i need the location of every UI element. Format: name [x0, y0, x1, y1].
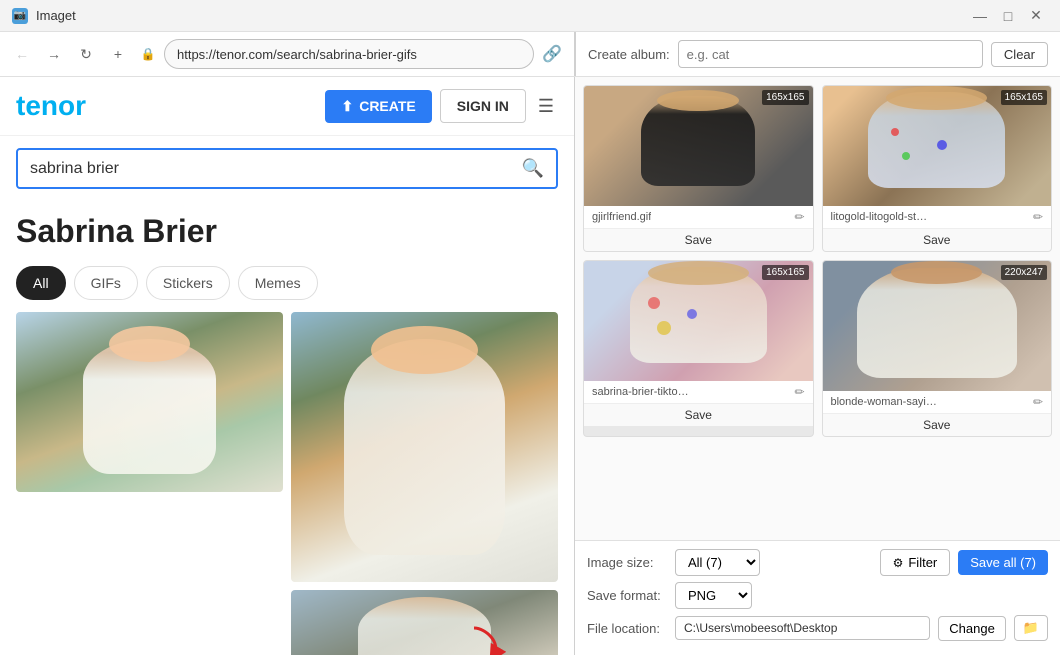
gif-item-3[interactable]: [291, 590, 558, 655]
scroll-arrow-indicator: [466, 623, 506, 655]
edit-icon-3[interactable]: ✏: [794, 385, 804, 399]
ext-filename-4: blonde-woman-saying-oh-tiktoker: [831, 396, 941, 408]
tenor-logo: tenor: [16, 90, 86, 122]
edit-icon-1[interactable]: ✏: [794, 210, 804, 224]
ext-image-item-3: 165x165 sabrina-brier-tiktok.gif ✏ Save: [583, 260, 814, 437]
ext-save-btn-3[interactable]: Save: [584, 403, 813, 426]
folder-icon: 📁: [1023, 620, 1039, 635]
ext-filename-3: sabrina-brier-tiktok.gif: [592, 386, 692, 398]
upload-icon: ⬆: [341, 98, 353, 115]
web-content: tenor ⬆ CREATE SIGN IN ☰ 🔍 Sabrina Brier: [0, 77, 575, 655]
image-size-row: Image size: All (7) Small Medium Large ⚙…: [587, 549, 1048, 576]
tenor-header: tenor ⬆ CREATE SIGN IN ☰: [0, 77, 574, 136]
close-button[interactable]: ✕: [1024, 4, 1048, 28]
search-button[interactable]: 🔍: [522, 158, 544, 179]
main-container: tenor ⬆ CREATE SIGN IN ☰ 🔍 Sabrina Brier: [0, 77, 1060, 655]
ext-save-btn-2[interactable]: Save: [823, 228, 1052, 251]
save-format-select[interactable]: PNG JPG GIF WEBP: [675, 582, 752, 609]
search-container: 🔍: [0, 136, 574, 201]
filter-label: Filter: [908, 555, 937, 570]
ext-save-btn-4[interactable]: Save: [823, 413, 1052, 436]
clear-button[interactable]: Clear: [991, 42, 1048, 67]
file-location-input[interactable]: [675, 616, 930, 640]
create-album-label: Create album:: [588, 47, 670, 62]
sign-in-button[interactable]: SIGN IN: [440, 89, 526, 123]
ext-size-badge-1: 165x165: [762, 90, 808, 105]
address-bar-shield[interactable]: 🔒: [136, 42, 160, 66]
nav-bar: ← → ↻ + 🔒 🔗: [0, 32, 575, 76]
file-location-label: File location:: [587, 621, 667, 636]
edit-icon-2[interactable]: ✏: [1033, 210, 1043, 224]
title-bar-controls: — □ ✕: [968, 4, 1048, 28]
title-bar-left: 📷 Imaget: [12, 8, 76, 24]
back-button[interactable]: ←: [8, 40, 36, 68]
ext-size-badge-3: 165x165: [762, 265, 808, 280]
image-size-label: Image size:: [587, 555, 667, 570]
title-bar: 📷 Imaget — □ ✕: [0, 0, 1060, 32]
ext-image-footer-2: litogold-litogold-stan-twt.gif ✏: [823, 206, 1052, 228]
gif-item-1[interactable]: [16, 312, 283, 492]
ext-size-badge-2: 165x165: [1001, 90, 1047, 105]
filter-icon: ⚙: [893, 556, 904, 570]
minimize-button[interactable]: —: [968, 4, 992, 28]
album-name-input[interactable]: [678, 40, 983, 68]
ext-size-badge-4: 220x247: [1001, 265, 1047, 280]
edit-icon-4[interactable]: ✏: [1033, 395, 1043, 409]
ext-image-footer-1: gjirlfriend.gif ✏: [584, 206, 813, 228]
app-icon: 📷: [12, 8, 28, 24]
ext-image-grid: 165x165 gjirlfriend.gif ✏ Save 165x165: [575, 77, 1060, 540]
refresh-button[interactable]: ↻: [72, 40, 100, 68]
ext-image-footer-4: blonde-woman-saying-oh-tiktoker ✏: [823, 391, 1052, 413]
page-title-section: Sabrina Brier: [0, 201, 574, 258]
create-button[interactable]: ⬆ CREATE: [325, 90, 431, 123]
ext-image-footer-3: sabrina-brier-tiktok.gif ✏: [584, 381, 813, 403]
save-all-button[interactable]: Save all (7): [958, 550, 1048, 575]
filter-tabs: All GIFs Stickers Memes: [0, 258, 574, 312]
new-tab-button[interactable]: +: [104, 40, 132, 68]
create-label: CREATE: [359, 98, 416, 114]
ext-bottom-controls: Image size: All (7) Small Medium Large ⚙…: [575, 540, 1060, 655]
search-input[interactable]: [30, 160, 522, 178]
filter-tab-all[interactable]: All: [16, 266, 66, 300]
maximize-button[interactable]: □: [996, 4, 1020, 28]
save-format-row: Save format: PNG JPG GIF WEBP: [587, 582, 1048, 609]
ext-image-thumb-1[interactable]: 165x165: [584, 86, 813, 206]
gif-column-1: [16, 312, 283, 655]
folder-button[interactable]: 📁: [1014, 615, 1048, 641]
app-title: Imaget: [36, 8, 76, 23]
ext-image-thumb-3[interactable]: 165x165: [584, 261, 813, 381]
ext-image-item-4: 220x247 blonde-woman-saying-oh-tiktoker …: [822, 260, 1053, 437]
gif-item-2[interactable]: [291, 312, 558, 582]
ext-save-btn-1[interactable]: Save: [584, 228, 813, 251]
ext-image-item-2: 165x165 litogold-litogold-stan-twt.gif ✏…: [822, 85, 1053, 252]
filter-tab-stickers[interactable]: Stickers: [146, 266, 230, 300]
tenor-actions: ⬆ CREATE SIGN IN ☰: [325, 89, 558, 123]
filter-tab-gifs[interactable]: GIFs: [74, 266, 138, 300]
change-button[interactable]: Change: [938, 616, 1006, 641]
ext-panel: 165x165 gjirlfriend.gif ✏ Save 165x165: [575, 77, 1060, 655]
file-location-row: File location: Change 📁: [587, 615, 1048, 641]
filter-button[interactable]: ⚙ Filter: [880, 549, 951, 576]
search-box: 🔍: [16, 148, 558, 189]
hamburger-menu-button[interactable]: ☰: [534, 92, 558, 121]
ext-image-thumb-4[interactable]: 220x247: [823, 261, 1052, 391]
address-input[interactable]: [164, 39, 534, 69]
forward-button[interactable]: →: [40, 40, 68, 68]
gif-grid: Auto Scroll: [0, 312, 574, 655]
extension-icon-button[interactable]: 🔗: [538, 40, 566, 68]
filter-tab-memes[interactable]: Memes: [238, 266, 318, 300]
gif-column-2: [291, 312, 558, 655]
ext-filename-2: litogold-litogold-stan-twt.gif: [831, 211, 931, 223]
ext-image-item-1: 165x165 gjirlfriend.gif ✏ Save: [583, 85, 814, 252]
app-icon-symbol: 📷: [14, 10, 26, 21]
combined-bar: ← → ↻ + 🔒 🔗 Create album: Clear: [0, 32, 1060, 77]
ext-filename-1: gjirlfriend.gif: [592, 211, 651, 223]
page-title: Sabrina Brier: [16, 213, 558, 250]
ext-header: Create album: Clear: [575, 32, 1060, 76]
save-format-label: Save format:: [587, 588, 667, 603]
ext-image-thumb-2[interactable]: 165x165: [823, 86, 1052, 206]
image-size-select[interactable]: All (7) Small Medium Large: [675, 549, 760, 576]
